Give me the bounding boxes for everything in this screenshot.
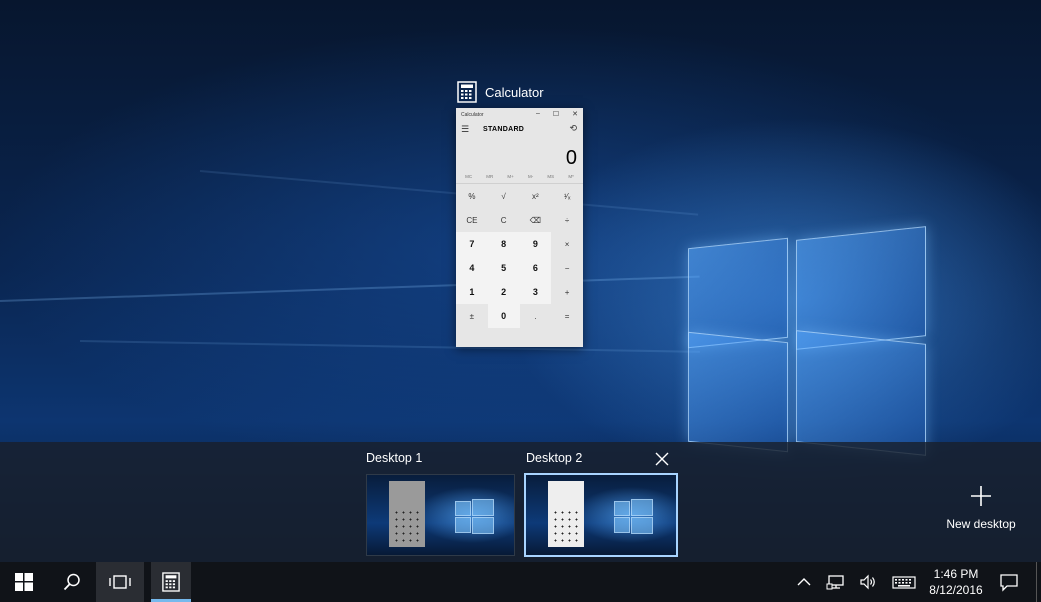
calc-key: CE	[456, 208, 488, 232]
calc-titlebar: Calculator – ☐ ✕	[456, 108, 583, 122]
desktop-2-thumbnail[interactable]	[524, 473, 678, 557]
new-desktop-button[interactable]: New desktop	[936, 484, 1026, 531]
calc-key: ×	[551, 232, 583, 256]
memory-button: MR	[486, 173, 494, 179]
calc-key: +	[551, 280, 583, 304]
history-icon: ⟲	[569, 123, 577, 133]
calc-keypad: % √ x² ¹⁄ₓ CE C ⌫ ÷ 7 8 9 × 4 5 6 − 1 2 …	[456, 183, 583, 328]
chevron-up-icon[interactable]	[794, 572, 814, 592]
memory-button: M*	[568, 173, 574, 179]
show-desktop-button[interactable]	[1036, 562, 1037, 602]
calc-key: ⌫	[519, 208, 552, 232]
calc-modebar: ☰ STANDARD ⟲	[456, 122, 583, 136]
clock-time: 1:46 PM	[933, 567, 979, 581]
windows-logo-mini-icon	[455, 497, 495, 534]
new-desktop-label: New desktop	[946, 517, 1016, 531]
calc-mode-label: STANDARD	[483, 125, 525, 133]
calc-key: ±	[456, 304, 488, 328]
task-view-icon	[109, 575, 131, 589]
calc-key: ÷	[551, 208, 583, 232]
calc-key: 3	[519, 280, 552, 304]
keyboard-icon[interactable]	[892, 572, 916, 592]
window-thumbnail-header[interactable]: Calculator	[457, 80, 544, 104]
calc-key: √	[487, 184, 520, 208]
calc-key: 5	[487, 256, 520, 280]
calc-key: 9	[519, 232, 552, 256]
volume-icon[interactable]	[858, 572, 878, 592]
search-icon	[63, 573, 80, 591]
calc-key: %	[456, 184, 488, 208]
desktop-1-thumbnail[interactable]	[366, 474, 515, 556]
close-desktop-icon[interactable]	[654, 451, 670, 467]
minimize-icon: –	[535, 110, 540, 117]
calc-key: ¹⁄ₓ	[551, 184, 583, 208]
calc-key: 7	[456, 232, 488, 256]
memory-button: MC	[465, 173, 473, 179]
hamburger-menu-icon: ☰	[461, 123, 470, 134]
memory-button: MS	[547, 173, 555, 179]
calc-key: =	[551, 304, 583, 328]
calculator-icon	[162, 572, 180, 592]
calc-key: 1	[456, 280, 488, 304]
calc-key: 2	[487, 280, 520, 304]
windows-logo-mini-icon	[614, 497, 654, 534]
windows-logo-icon	[15, 573, 33, 591]
calc-key: C	[487, 208, 520, 232]
calc-key: 0	[487, 304, 520, 328]
calc-display: 0	[565, 147, 577, 169]
calc-key: 4	[456, 256, 488, 280]
windows-logo-wallpaper-icon	[686, 205, 931, 456]
action-center-icon[interactable]	[999, 572, 1019, 592]
desktop-2-label: Desktop 2	[526, 451, 583, 465]
calculator-mini-thumbnail	[389, 481, 425, 547]
window-title: Calculator	[485, 84, 544, 100]
calculator-mini-thumbnail	[548, 481, 584, 547]
close-icon: ✕	[572, 111, 578, 118]
network-icon[interactable]	[826, 572, 846, 592]
clock-date: 8/12/2016	[929, 583, 983, 597]
calc-key: x²	[519, 184, 552, 208]
task-view-button[interactable]	[96, 562, 144, 602]
maximize-icon: ☐	[552, 111, 560, 118]
memory-button: M+	[507, 173, 514, 179]
search-button[interactable]	[48, 562, 96, 602]
calc-key: 8	[487, 232, 520, 256]
calc-titlebar-text: Calculator	[461, 112, 484, 118]
calc-key: .	[519, 304, 552, 328]
calc-key: −	[551, 256, 583, 280]
calc-memory-row: MC MR M+ M- MS M*	[456, 170, 583, 182]
virtual-desktop-strip	[0, 442, 1041, 562]
calculator-window-thumbnail[interactable]: Calculator – ☐ ✕ ☰ STANDARD ⟲ 0 MC MR M+…	[456, 108, 583, 347]
plus-icon	[971, 486, 991, 506]
calculator-icon	[457, 81, 477, 103]
memory-button: M-	[527, 173, 534, 179]
start-button[interactable]	[0, 562, 48, 602]
taskbar-calculator-button[interactable]	[151, 562, 191, 602]
clock[interactable]: 1:46 PM 8/12/2016	[918, 566, 994, 598]
desktop-1-label: Desktop 1	[366, 451, 423, 465]
calc-key: 6	[519, 256, 552, 280]
